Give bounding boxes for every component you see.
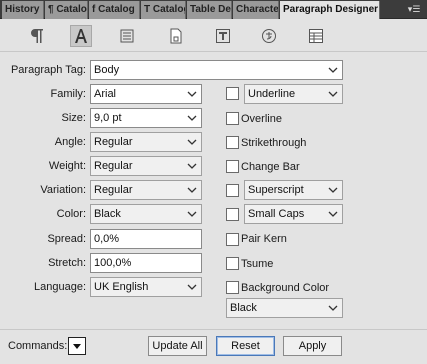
asian-text-icon[interactable] [258, 25, 280, 47]
superscript-dropdown[interactable]: Superscript [244, 180, 343, 200]
text-frame-icon[interactable] [212, 25, 234, 47]
weight-value: Regular [94, 160, 133, 172]
apply-button[interactable]: Apply [283, 336, 342, 356]
small-caps-dropdown[interactable]: Small Caps [244, 204, 343, 224]
page-icon[interactable] [165, 25, 187, 47]
variation-dropdown[interactable]: Regular [90, 180, 202, 200]
family-value: Arial [94, 88, 117, 100]
paragraph-tag-value: Body [94, 64, 120, 76]
chevron-down-icon [328, 67, 338, 73]
chevron-down-icon [187, 187, 197, 193]
character-icon[interactable] [70, 25, 92, 47]
paragraph-tag-label: Paragraph Tag: [10, 64, 86, 76]
size-label: Size: [61, 112, 86, 124]
property-group-toolbar [0, 19, 427, 52]
superscript-value: Superscript [248, 184, 304, 196]
tab-paragraph-designer[interactable]: Paragraph Designer [280, 1, 380, 20]
underline-value: Underline [248, 88, 296, 100]
chevron-down-icon [328, 187, 338, 193]
spread-label: Spread: [47, 233, 86, 245]
update-all-button[interactable]: Update All [148, 336, 207, 356]
paragraph-tag-combobox[interactable]: Body [90, 60, 343, 80]
chevron-down-icon [187, 115, 197, 121]
text-block-icon[interactable] [116, 25, 138, 47]
action-bar: Commands: Update All Reset Apply [0, 329, 427, 364]
stretch-input[interactable]: 100,0% [90, 253, 202, 273]
weight-label: Weight: [48, 160, 86, 172]
overline-label: Overline [241, 113, 282, 125]
language-value: UK English [94, 281, 149, 293]
variation-value: Regular [94, 184, 133, 196]
variation-label: Variation: [40, 184, 86, 196]
tsume-checkbox[interactable] [226, 257, 239, 270]
chevron-down-icon [187, 139, 197, 145]
chevron-down-icon [328, 305, 338, 311]
color-label: Color: [56, 208, 86, 220]
size-value: 9,0 pt [94, 112, 122, 124]
angle-value: Regular [94, 136, 133, 148]
chevron-down-icon [187, 163, 197, 169]
pair-kern-label: Pair Kern [241, 233, 287, 245]
tab-paragraph-catalog[interactable]: ¶ Catalog [45, 1, 88, 19]
background-color-label: Background Color [241, 282, 330, 294]
commands-label: Commands: [8, 340, 68, 352]
tab-character-designer[interactable]: Characte [233, 1, 279, 19]
stretch-label: Stretch: [48, 257, 86, 269]
underline-checkbox[interactable] [226, 87, 239, 100]
chevron-down-icon [328, 211, 338, 217]
reset-button[interactable]: Reset [216, 336, 275, 356]
panel-tab-bar: History ¶ Catalog f Catalog T Catalog Ta… [0, 0, 427, 20]
small-caps-checkbox[interactable] [226, 208, 239, 221]
color-dropdown[interactable]: Black [90, 204, 202, 224]
change-bar-label: Change Bar [241, 161, 300, 173]
language-label: Language: [34, 281, 86, 293]
small-caps-value: Small Caps [248, 208, 305, 220]
background-color-value: Black [230, 302, 257, 314]
paragraph-icon[interactable] [26, 25, 48, 47]
angle-label: Angle: [54, 136, 86, 148]
pair-kern-checkbox[interactable] [226, 233, 239, 246]
tab-table-catalog[interactable]: T Catalog [141, 1, 186, 19]
tab-table-designer[interactable]: Table De [187, 1, 232, 19]
tab-font-catalog[interactable]: f Catalog [89, 1, 140, 19]
size-combobox[interactable]: 9,0 pt [90, 108, 202, 128]
chevron-down-icon [187, 211, 197, 217]
change-bar-checkbox[interactable] [226, 160, 239, 173]
triangle-down-icon [73, 344, 81, 349]
strikethrough-checkbox[interactable] [226, 136, 239, 149]
commands-menu-button[interactable] [68, 337, 86, 355]
background-color-dropdown[interactable]: Black [226, 298, 343, 318]
angle-dropdown[interactable]: Regular [90, 132, 202, 152]
underline-dropdown[interactable]: Underline [244, 84, 343, 104]
tsume-label: Tsume [241, 258, 274, 270]
spread-input[interactable]: 0,0% [90, 229, 202, 249]
chevron-down-icon [187, 284, 197, 290]
strikethrough-label: Strikethrough [241, 137, 307, 149]
table-icon[interactable] [305, 25, 327, 47]
overline-checkbox[interactable] [226, 112, 239, 125]
language-dropdown[interactable]: UK English [90, 277, 202, 297]
chevron-down-icon [187, 91, 197, 97]
superscript-checkbox[interactable] [226, 184, 239, 197]
color-value: Black [94, 208, 121, 220]
family-combobox[interactable]: Arial [90, 84, 202, 104]
chevron-down-icon [328, 91, 338, 97]
paragraph-designer-panel: Paragraph Tag: Body Family: Arial Size: … [0, 19, 427, 364]
background-color-checkbox[interactable] [226, 281, 239, 294]
family-label: Family: [50, 88, 86, 100]
tab-history[interactable]: History [2, 1, 44, 19]
panel-menu-icon[interactable]: ▾☰ [404, 3, 424, 16]
weight-dropdown[interactable]: Regular [90, 156, 202, 176]
